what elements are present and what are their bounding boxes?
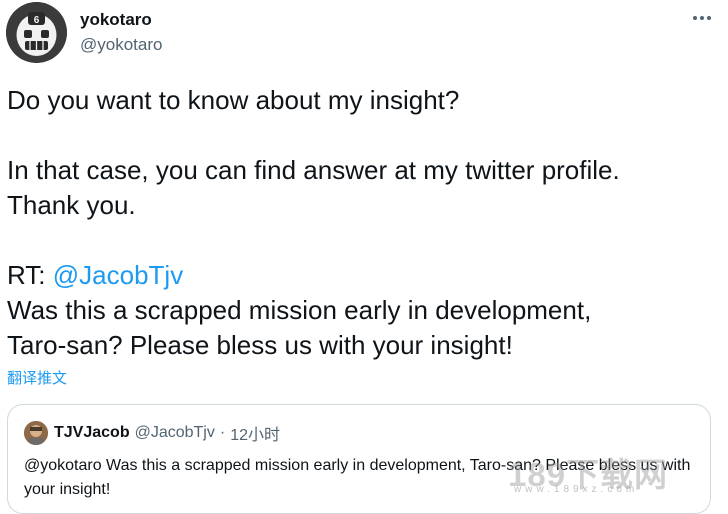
quoted-display-name[interactable]: TJVJacob <box>54 424 130 442</box>
tweet-line: Taro-san? Please bless us with your insi… <box>7 330 513 360</box>
author-avatar[interactable]: 6 <box>6 2 67 63</box>
separator-dot: · <box>219 424 226 441</box>
tweet-text: Do you want to know about my insight? In… <box>7 83 722 363</box>
quoted-tweet[interactable]: TJVJacob @JacobTjv · 12小时 @yokotaro Was … <box>7 404 711 514</box>
svg-text:6: 6 <box>34 15 40 26</box>
quoted-avatar[interactable] <box>24 421 48 445</box>
quoted-timestamp[interactable]: 12小时 <box>230 421 280 445</box>
rt-line: RT: @JacobTjv <box>7 258 722 293</box>
rt-mention-link[interactable]: @JacobTjv <box>53 260 183 290</box>
author-handle[interactable]: @yokotaro <box>80 35 162 55</box>
quoted-tweet-text: @yokotaro Was this a scrapped mission ea… <box>24 457 691 498</box>
rt-prefix: RT: <box>7 260 53 290</box>
more-dots-icon <box>693 16 711 20</box>
author-display-name[interactable]: yokotaro <box>80 10 152 30</box>
tweet-line: Was this a scrapped mission early in dev… <box>7 295 592 325</box>
more-options-button[interactable] <box>686 6 718 30</box>
tweet-line: In that case, you can find answer at my … <box>7 155 620 185</box>
tweet-line: Do you want to know about my insight? <box>7 85 460 115</box>
tweet-line: Thank you. <box>7 190 136 220</box>
quoted-handle[interactable]: @JacobTjv <box>135 424 215 442</box>
yokotaro-mask-icon: 6 <box>6 2 67 63</box>
translate-tweet-link[interactable]: 翻译推文 <box>7 367 67 388</box>
tjvjacob-avatar-icon <box>24 421 48 445</box>
quoted-tweet-header: TJVJacob @JacobTjv · 12小时 <box>24 421 280 445</box>
